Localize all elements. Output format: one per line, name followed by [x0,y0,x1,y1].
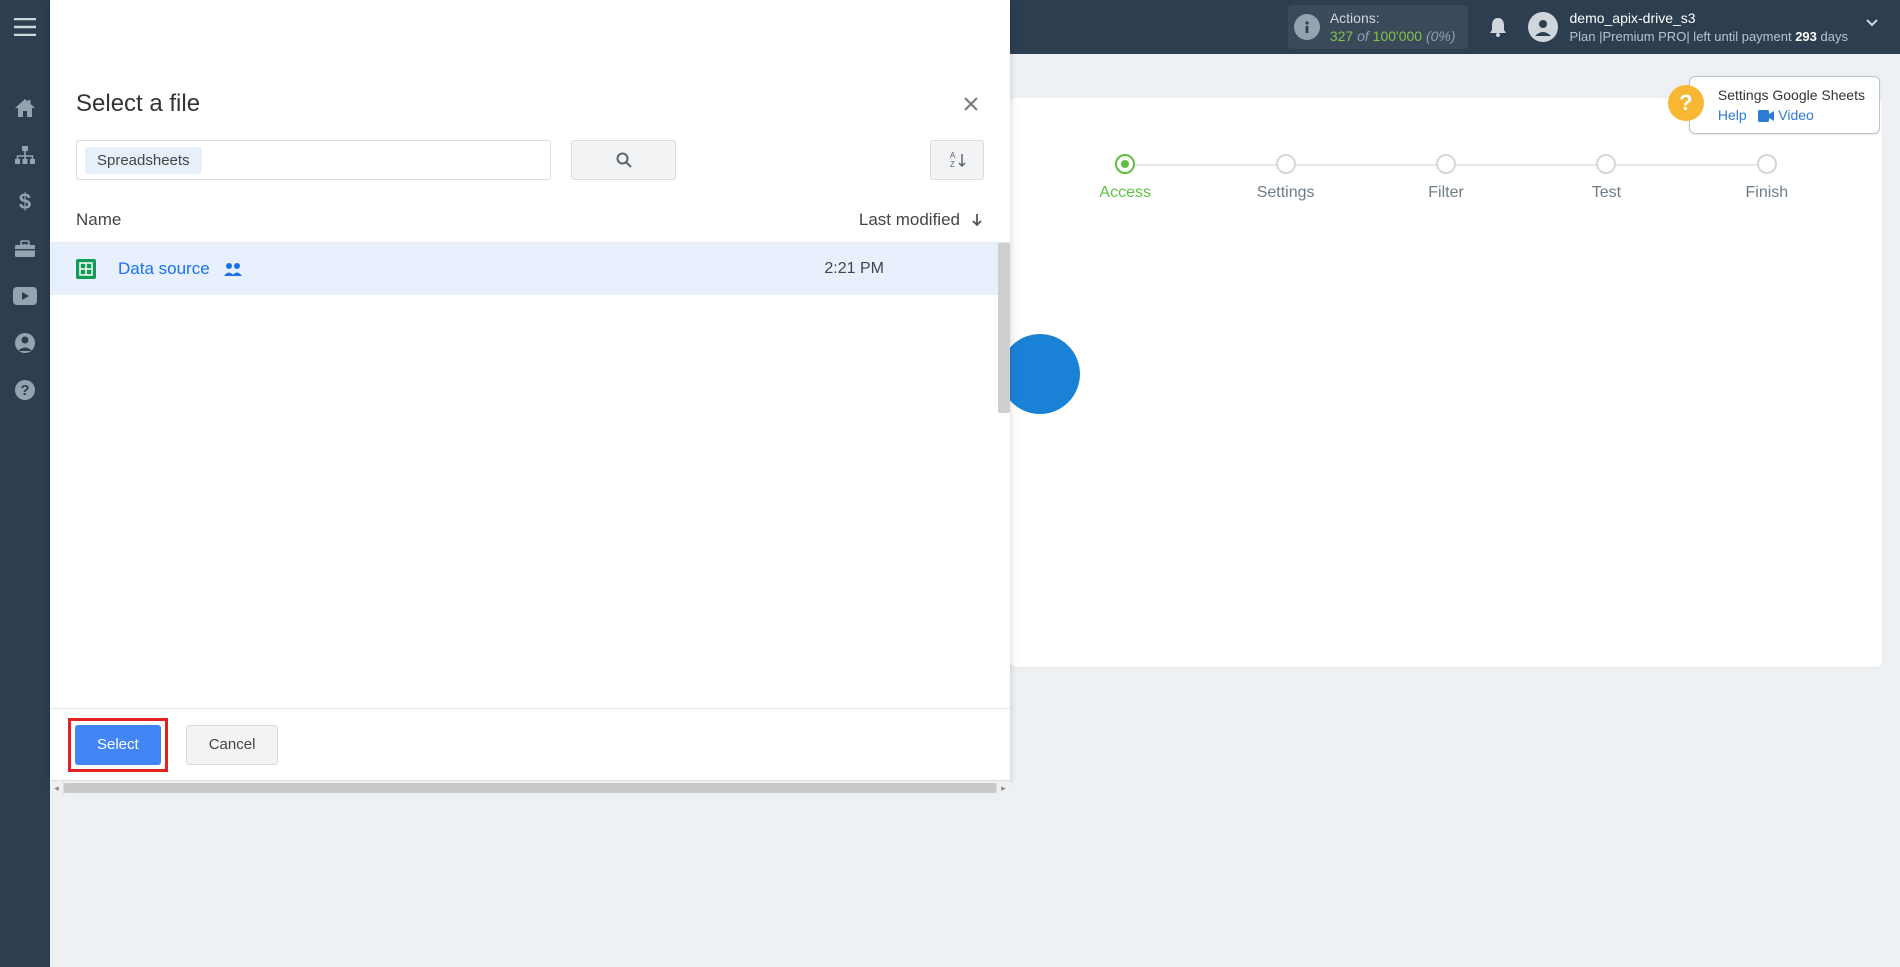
file-row[interactable]: Data source 2:21 PM [50,243,1010,295]
file-name: Data source [118,259,210,279]
sidebar-integrations[interactable] [0,131,50,178]
sitemap-icon [14,145,36,165]
picker-close-button[interactable] [958,91,984,117]
step-filter[interactable]: Filter [1366,154,1526,202]
svg-text:A: A [950,151,956,160]
dollar-icon: $ [18,191,32,213]
user-menu[interactable]: demo_apix-drive_s3 Plan |Premium PRO| le… [1570,9,1879,45]
sidebar-video[interactable] [0,272,50,319]
column-modified-header[interactable]: Last modified [859,210,984,230]
search-button[interactable] [571,140,676,180]
menu-toggle-button[interactable] [0,0,50,54]
stepper: Access Settings Filter Test Finish [1010,154,1882,202]
step-test[interactable]: Test [1526,154,1686,202]
help-link[interactable]: Help [1718,107,1747,123]
info-icon [1294,14,1320,40]
sidebar-tools[interactable] [0,225,50,272]
spreadsheet-icon [76,259,96,279]
horizontal-scrollbar[interactable]: ◂ ▸ [50,780,1010,794]
video-icon [1758,110,1774,122]
username: demo_apix-drive_s3 [1570,9,1849,28]
svg-text:Z: Z [950,160,955,169]
svg-text:$: $ [19,191,31,213]
home-icon [14,98,36,118]
file-picker-modal: Select a file Spreadsheets AZ Name Last … [50,0,1010,780]
notifications-button[interactable] [1488,16,1508,38]
vertical-scrollbar[interactable] [998,243,1010,413]
question-circle-icon: ? [14,379,36,401]
youtube-icon [13,287,37,305]
select-button[interactable]: Select [75,725,161,765]
step-settings[interactable]: Settings [1205,154,1365,202]
plan-line: Plan |Premium PRO| left until payment 29… [1570,28,1849,46]
tutorial-highlight: Select [68,718,168,772]
settings-card: Access Settings Filter Test Finish [1010,98,1882,667]
help-badge-icon: ? [1668,85,1704,121]
actions-counter[interactable]: Actions: 327 of 100'000 (0%) [1288,5,1468,49]
cancel-button[interactable]: Cancel [186,725,279,765]
video-link[interactable]: Video [1778,107,1814,123]
svg-text:?: ? [20,382,29,399]
file-list: Data source 2:21 PM [50,243,1010,708]
scroll-left-button[interactable]: ◂ [50,781,64,795]
floating-action-circle[interactable] [1000,334,1080,414]
sort-button[interactable]: AZ [930,140,984,180]
sidebar-account[interactable] [0,319,50,366]
sort-az-icon: AZ [946,151,968,169]
actions-label: Actions: [1330,9,1456,27]
help-title: Settings Google Sheets [1704,87,1865,103]
actions-stats: 327 of 100'000 (0%) [1330,27,1456,45]
bell-icon [1488,16,1508,38]
filter-chip: Spreadsheets [85,147,202,174]
shared-icon [222,262,244,276]
filter-chip-container[interactable]: Spreadsheets [76,140,551,180]
avatar-icon [1533,17,1553,37]
sidebar-help[interactable]: ? [0,366,50,413]
picker-title: Select a file [76,90,200,118]
briefcase-icon [14,240,36,258]
user-avatar[interactable] [1528,12,1558,42]
search-icon [615,151,633,169]
caret-down-icon [1866,19,1878,27]
column-name-header[interactable]: Name [76,210,859,230]
picker-footer: Select Cancel [50,708,1010,780]
content-area: ? Settings Google Sheets Help Video Acce… [50,54,1900,967]
left-sidebar: $ ? [0,0,50,967]
sidebar-home[interactable] [0,84,50,131]
step-finish[interactable]: Finish [1687,154,1847,202]
file-modified-time: 2:21 PM [824,260,984,278]
hamburger-icon [14,18,36,36]
sidebar-billing[interactable]: $ [0,178,50,225]
step-access[interactable]: Access [1045,154,1205,202]
scroll-right-button[interactable]: ▸ [996,781,1010,795]
arrow-down-icon [970,212,984,228]
help-panel: ? Settings Google Sheets Help Video [1689,76,1880,134]
user-circle-icon [14,332,36,354]
scroll-thumb[interactable] [64,783,996,793]
close-icon [964,97,978,111]
